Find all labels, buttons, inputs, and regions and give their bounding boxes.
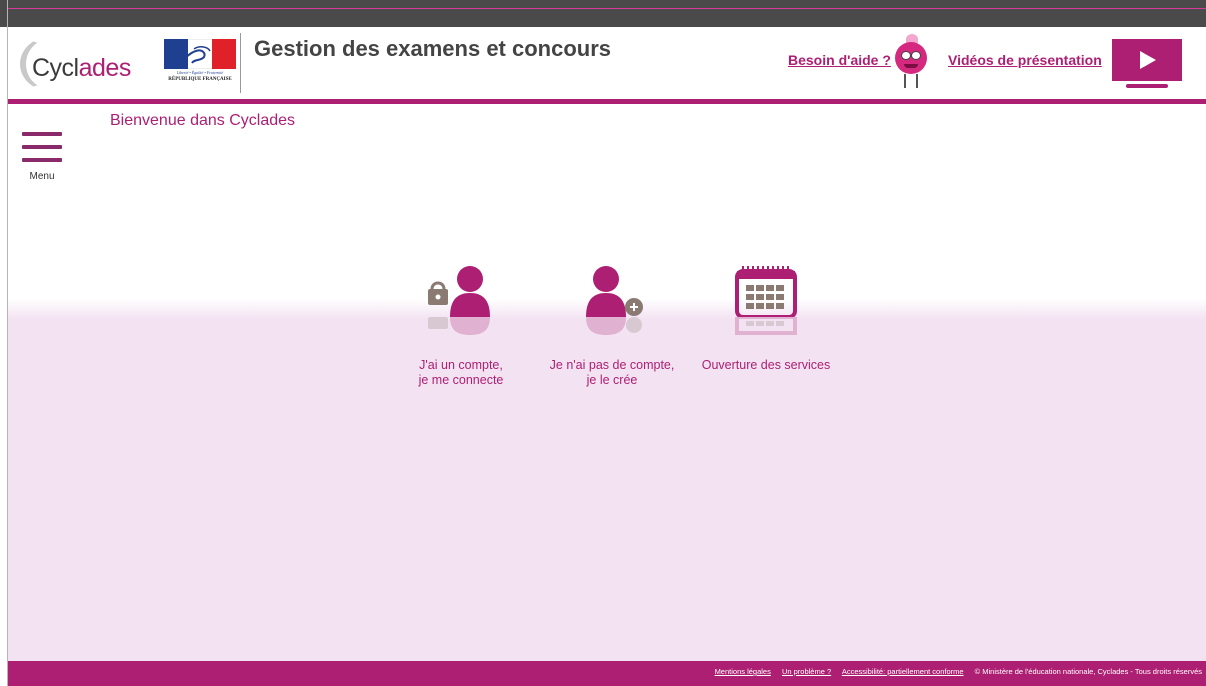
marianne-icon <box>177 46 211 64</box>
accessibility-link[interactable]: Accessibilité: partiellement conforme <box>842 667 964 676</box>
logo-divider <box>240 33 241 93</box>
play-icon <box>1140 51 1156 69</box>
login-label: J'ai un compte, je me connecte <box>418 358 504 387</box>
services-opening-tile[interactable]: Ouverture des services <box>694 265 838 395</box>
play-video-button[interactable] <box>1112 39 1182 81</box>
copyright-text: © Ministère de l'éducation nationale, Cy… <box>974 667 1202 676</box>
welcome-title: Bienvenue dans Cyclades <box>110 112 296 129</box>
site-footer: Mentions légales Un problème ? Accessibi… <box>8 661 1206 686</box>
republique-francaise-logo: Liberté • Égalité • Fraternité RÉPUBLIQU… <box>162 39 238 91</box>
help-link[interactable]: Besoin d'aide ? <box>788 52 891 68</box>
legal-notice-link[interactable]: Mentions légales <box>715 667 771 676</box>
menu-button[interactable]: Menu <box>22 131 64 183</box>
hamburger-bar <box>22 158 62 162</box>
left-border <box>7 0 8 686</box>
logo-wordmark: Cyclades <box>32 54 131 82</box>
hamburger-bar <box>22 145 62 149</box>
icon-reflection <box>542 317 682 345</box>
republic-name: RÉPUBLIQUE FRANÇAISE <box>168 77 232 82</box>
services-opening-label: Ouverture des services <box>701 358 831 372</box>
footer-links: Mentions légales Un problème ? Accessibi… <box>715 667 1202 676</box>
create-account-label: Je n'ai pas de compte, je le crée <box>549 358 675 387</box>
hamburger-icon <box>22 132 62 136</box>
top-rule <box>7 8 1206 9</box>
create-account-tile[interactable]: Je n'ai pas de compte, je le crée <box>542 265 682 395</box>
top-bar <box>0 0 1206 27</box>
mascot-icon[interactable] <box>892 34 930 90</box>
app-title: Gestion des examens et concours <box>254 36 612 61</box>
republic-motto: Liberté • Égalité • Fraternité <box>176 70 224 75</box>
report-problem-link[interactable]: Un problème ? <box>782 667 831 676</box>
icon-reflection <box>406 317 516 345</box>
site-header: Cyclades Liberté • Égalité • Fraternité … <box>8 27 1206 99</box>
menu-label: Menu <box>29 171 55 182</box>
calendar-icon <box>694 265 838 319</box>
login-tile[interactable]: J'ai un compte, je me connecte <box>406 265 516 395</box>
screen-stand <box>1126 84 1168 88</box>
cyclades-logo[interactable]: Cyclades <box>18 35 154 93</box>
videos-link[interactable]: Vidéos de présentation <box>948 52 1102 68</box>
user-add-icon <box>542 265 682 317</box>
icon-reflection <box>694 317 838 345</box>
flag-icon <box>164 39 236 69</box>
user-lock-icon <box>406 265 516 317</box>
